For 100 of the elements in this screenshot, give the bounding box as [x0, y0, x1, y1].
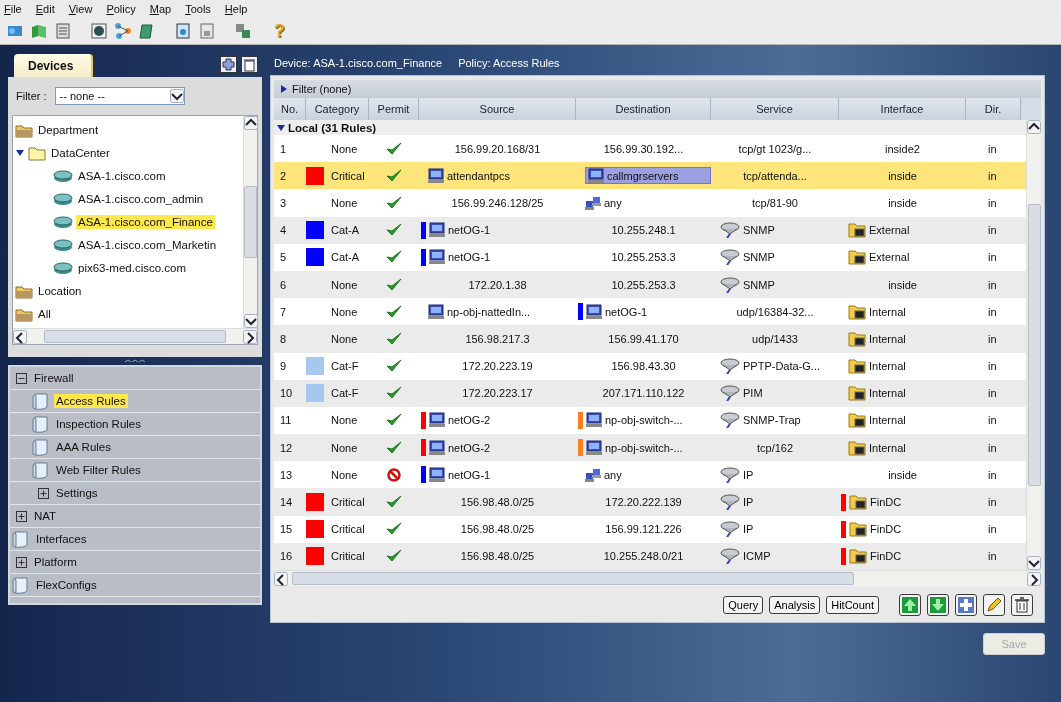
tree-item[interactable]: ASA-1.cisco.com_admin [76, 191, 206, 206]
caret-down-icon [276, 123, 286, 132]
page-icon [12, 530, 29, 548]
computer-icon [429, 412, 445, 429]
icon-button[interactable] [983, 594, 1005, 616]
network-icon [585, 466, 601, 483]
nav-item[interactable]: Firewall [32, 371, 76, 385]
menu-item[interactable]: View [68, 3, 93, 15]
check-icon [386, 549, 402, 564]
computer-icon [586, 303, 602, 320]
nav-item[interactable]: Web Filter Rules [54, 463, 143, 477]
cell-text: tcp/gt 1023/g... [738, 142, 812, 155]
action-button[interactable]: Analysis [769, 596, 821, 614]
tree-item[interactable]: All [36, 306, 53, 321]
tree-item[interactable]: DataCenter [49, 145, 112, 160]
action-button[interactable]: Query [723, 596, 764, 614]
action-button[interactable]: HitCount [826, 596, 879, 614]
column-header[interactable]: Service [711, 98, 839, 120]
table-row[interactable]: 4 Cat-A netOG-1 10.255.248.1 SNMP External in [274, 216, 1026, 244]
menu-item[interactable]: Policy [106, 3, 136, 15]
tree-item[interactable]: ASA-1.cisco.com [76, 168, 168, 183]
column-header[interactable]: Destination [576, 98, 711, 120]
table-row[interactable]: 2 Critical attendantpcs callmgrservers tcp/attenda... inside in [274, 162, 1026, 190]
column-header[interactable]: Interface [839, 98, 966, 120]
tree-item[interactable]: pix63-med.cisco.com [76, 260, 188, 275]
page-icon [32, 415, 49, 433]
nav-item[interactable]: AAA Rules [54, 440, 113, 454]
cell-text: 13 [280, 468, 293, 481]
folder-icon [848, 330, 866, 347]
icon-button[interactable] [899, 594, 921, 616]
table-row[interactable]: 12 None netOG-2 np-obj-switch-... tcp/162 Internal in [274, 434, 1026, 462]
caret-down-icon [15, 147, 25, 158]
check-icon [386, 223, 402, 238]
nav-item[interactable]: Access Rules [54, 394, 128, 408]
nav-item[interactable]: FlexConfigs [34, 578, 99, 592]
cell-text: None [330, 142, 358, 155]
filter-dropdown[interactable]: -- none -- [54, 87, 185, 105]
table-row[interactable]: 10 Cat-F 172.20.223.17 207.171.110.122 PIM Internal in [274, 379, 1026, 407]
router-icon [53, 236, 73, 253]
table-row[interactable]: 14 Critical 156.98.48.0/25 172.20.222.139 IP FinDC in [274, 488, 1026, 516]
computer-icon [429, 249, 445, 266]
nav-item[interactable]: Interfaces [34, 532, 89, 546]
menu-item[interactable]: Tools [185, 3, 211, 15]
table-row[interactable]: 8 None 156.98.217.3 156.99.41.170 udp/1433 Internal in [274, 325, 1026, 353]
cell-text: IP [743, 468, 754, 481]
router-icon [53, 259, 73, 276]
add-icon[interactable] [220, 55, 237, 73]
tree-item[interactable]: ASA-1.cisco.com_Marketin [76, 237, 219, 252]
caret-right-icon [280, 84, 288, 94]
tree-item[interactable]: Department [36, 122, 101, 137]
devices-tab[interactable]: Devices [14, 54, 94, 77]
cell-text: tcp/attenda... [743, 169, 807, 182]
scrollbar-thumb[interactable] [244, 186, 257, 258]
menu-item[interactable]: Map [149, 3, 172, 15]
scrollbar-thumb[interactable] [291, 572, 854, 585]
cell-text: PIM [743, 387, 763, 400]
nav-item[interactable]: NAT [32, 509, 59, 523]
tree-item[interactable]: ASA-1.cisco.com_Finance [76, 214, 215, 229]
cell-text: netOG-2 [448, 441, 491, 454]
cell-text: 14 [280, 496, 293, 509]
column-header[interactable]: No. [274, 98, 306, 120]
map-icon[interactable] [30, 22, 48, 40]
menu-item[interactable]: Help [224, 3, 248, 15]
icon-button[interactable] [927, 594, 949, 616]
delete-icon[interactable] [241, 55, 258, 73]
cell-text: in [988, 360, 997, 373]
cell-text: 10 [280, 387, 293, 400]
cell-text: 9 [280, 360, 287, 373]
column-header[interactable]: Permit [369, 98, 419, 120]
deny-icon [387, 467, 401, 482]
cell-text: 172.20.1.38 [468, 278, 527, 291]
cell-text: inside [888, 196, 917, 209]
nav-item[interactable]: Settings [54, 486, 100, 500]
filter-bar[interactable]: Filter (none) [274, 80, 1041, 98]
column-header[interactable]: Category [306, 98, 369, 120]
router-icon [53, 213, 73, 230]
icon-button[interactable] [955, 594, 977, 616]
collapse-icon [16, 372, 27, 384]
topology-icon[interactable] [114, 22, 132, 40]
folder-icon [849, 521, 867, 538]
column-header[interactable]: Source [419, 98, 576, 120]
protocol-icon [720, 466, 740, 483]
cell-text: Cat-A [330, 251, 360, 264]
nav-item[interactable]: Inspection Rules [54, 417, 144, 431]
cell-text: in [988, 414, 997, 427]
menu-item[interactable]: File [4, 3, 22, 15]
scrollbar-thumb[interactable] [1027, 204, 1041, 486]
menu-item[interactable]: Edit [35, 3, 55, 15]
check-icon [386, 331, 402, 346]
tree-item[interactable]: Location [36, 283, 84, 298]
column-header[interactable]: Dir. [966, 98, 1021, 120]
cell-text: 10.255.253.3 [611, 251, 676, 264]
table-row[interactable]: 16 Critical 156.98.48.0/25 10.255.248.0/21 ICMP FinDC in [274, 542, 1026, 570]
scrollbar-thumb[interactable] [44, 330, 226, 343]
expand-icon [16, 510, 27, 522]
cell-text: SNMP [743, 278, 775, 291]
icon-button[interactable] [1011, 594, 1033, 616]
folder-icon [849, 494, 867, 511]
table-row[interactable]: 6 None 172.20.1.38 10.255.253.3 SNMP inside in [274, 270, 1026, 299]
nav-item[interactable]: Platform [32, 555, 79, 569]
